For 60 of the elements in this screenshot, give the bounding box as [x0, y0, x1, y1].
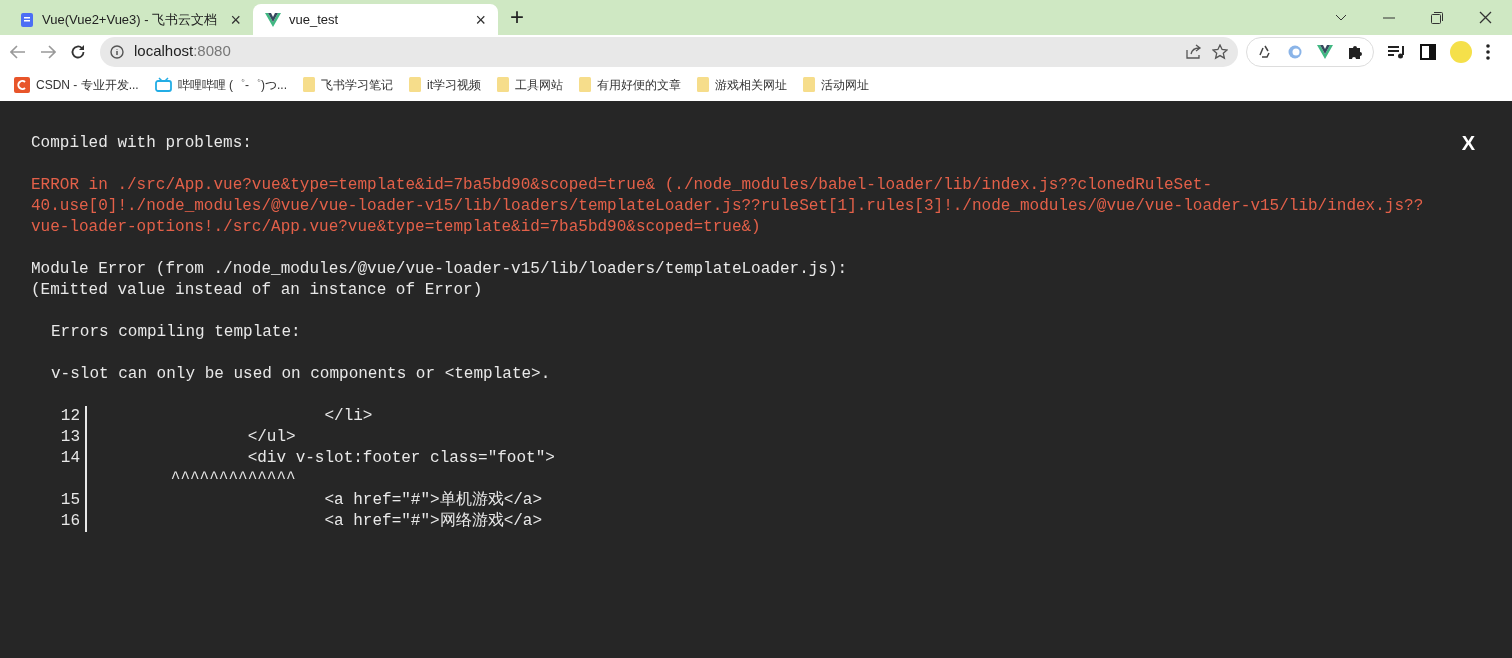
info-icon [110, 44, 124, 59]
code-line: </li> [323, 406, 373, 427]
error-text: (Emitted value instead of an instance of Error) [31, 280, 483, 301]
c-logo-icon [14, 76, 30, 93]
document-icon [20, 12, 34, 27]
new-tab-button[interactable]: + [510, 5, 524, 29]
error-message: ERROR in ./src/App.vue?vue&type=template&id=7ba5bd90&scoped=true& (./node_modules/babel-loader/lib/index.js??clonedRuleSet-40.use[0]!./node_modules/@vue/vue-loader-v15/lib/loaders/templateLoader.js??ruleSet[1].rules[3]!./node_modules/@vue/vue-loader-v15/lib/index.js??vue-loader-options!./src/App.vue?vue&type=template&id=7ba5bd90&scoped=true&) [31, 175, 1425, 238]
folder-icon [697, 77, 709, 92]
bookmark[interactable]: 飞书学习笔记 [303, 75, 393, 94]
error-text: Module Error (from ./node_modules/@vue/vue-loader-v15/lib/loaders/templateLoader.js): [31, 259, 848, 280]
restore-icon[interactable] [1431, 11, 1443, 24]
code-line: ^^^^^^^^^^^^^ [169, 469, 296, 490]
line-number: 16 [59, 511, 80, 532]
bookmark[interactable]: 活动网址 [803, 75, 869, 94]
folder-icon [497, 77, 509, 92]
more-icon[interactable] [1486, 43, 1490, 60]
reload-icon[interactable] [70, 43, 86, 60]
url-text: localhost:8080 [134, 41, 232, 62]
close-icon[interactable] [1479, 11, 1492, 24]
code-line: <a href="#">单机游戏</a> [323, 490, 543, 511]
tab-title: vue_test [289, 10, 340, 29]
close-tab-button[interactable]: × [475, 10, 486, 29]
tv-icon [154, 77, 172, 92]
chevron-down-icon[interactable] [1335, 13, 1347, 22]
error-heading: Errors compiling template: [51, 322, 301, 343]
puzzle-icon[interactable] [1347, 43, 1363, 60]
line-number: 13 [59, 427, 80, 448]
minimize-icon[interactable] [1383, 16, 1395, 19]
star-icon[interactable] [1212, 43, 1228, 60]
bookmark[interactable]: 有用好便的文章 [579, 75, 681, 94]
error-text: v-slot can only be used on components or <template>. [51, 364, 551, 385]
browser-tab[interactable]: vue_test × [253, 4, 498, 35]
bookmark[interactable]: CSDN - 专业开发... [14, 75, 139, 94]
bookmark[interactable]: 工具网站 [497, 75, 563, 94]
playlist-icon[interactable] [1388, 44, 1406, 59]
folder-icon [409, 77, 421, 92]
bookmark[interactable]: 哔哩哔哩 (゜-゜)つ... [154, 75, 287, 94]
address-bar[interactable]: localhost:8080 [100, 36, 1238, 67]
v-logo-icon [265, 12, 281, 27]
error-title: Compiled with problems: [31, 133, 252, 154]
code-line: <div v-slot:footer class="foot"> [246, 448, 555, 469]
bookmark[interactable]: it学习视频 [409, 75, 481, 94]
share-icon[interactable] [1186, 44, 1202, 59]
forward-icon[interactable] [40, 44, 56, 59]
side-panel-icon[interactable] [1420, 43, 1436, 60]
tab-title: Vue(Vue2+Vue3) - 飞书云文档 [42, 10, 219, 29]
code-line: <a href="#">网络游戏</a> [323, 511, 543, 532]
line-number: 14 [59, 448, 80, 469]
folder-icon [579, 77, 591, 92]
code-line: </ul> [246, 427, 296, 448]
v-logo-icon[interactable] [1317, 44, 1333, 59]
folder-icon [803, 77, 815, 92]
browser-tab[interactable]: Vue(Vue2+Vue3) - 飞书云文档 × [8, 4, 253, 35]
close-button[interactable]: X [1461, 133, 1475, 154]
folder-icon [303, 77, 315, 92]
close-tab-button[interactable]: × [230, 10, 241, 29]
bookmark[interactable]: 游戏相关网址 [697, 75, 787, 94]
back-icon[interactable] [10, 44, 26, 59]
line-number: 15 [59, 490, 80, 511]
line-number: 12 [59, 406, 80, 427]
